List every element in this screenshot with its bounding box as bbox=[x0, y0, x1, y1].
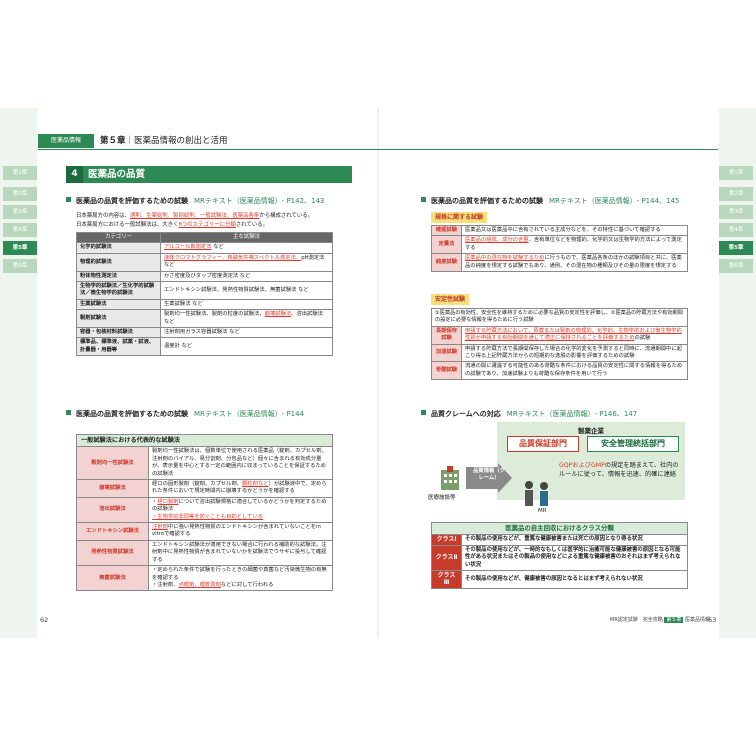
table-row: 溶出試験法 ・経口製剤について溶出試験規格に適合しているかどうかを判定するための試… bbox=[76, 496, 333, 524]
test-category-table: カテゴリー 主な試験法 化学的試験法 アルコール数測定法 など 物理的試験法 液体ク… bbox=[76, 231, 333, 357]
hospital-building-icon bbox=[441, 466, 459, 490]
company-label: 製薬企業 bbox=[578, 427, 604, 435]
label-stability-tests: 安定性試験 bbox=[431, 294, 470, 305]
page-number-right: 63 bbox=[708, 616, 717, 624]
table-row: 定量法 医薬品の組成、成分の含量、含有単位などを物理的、化学的又は生物学的方法によ… bbox=[431, 235, 688, 255]
safety-dept-box: 安全管理統括部門 bbox=[587, 436, 679, 452]
intro-paragraph: 日本薬局方の内容は、通則、生薬総則、製剤総則、一般試験法、医薬品各条から構成され… bbox=[76, 213, 314, 228]
table-row: ①医薬品の有効性、安全性を維持するために必要な品質の安定性を評価し、②医薬品の貯… bbox=[431, 308, 688, 327]
stability-test-table: ①医薬品の有効性、安全性を維持するために必要な品質の安定性を評価し、②医薬品の貯… bbox=[431, 308, 688, 381]
chapter-tab-5-right[interactable]: 第5章 bbox=[719, 241, 753, 255]
table-row: 加速試験 申請する貯蔵方法で長期間保存した場合の化学的変化を予測すると同時に、流通… bbox=[431, 343, 688, 363]
header-rule bbox=[38, 149, 718, 150]
quality-info-label: 品質情報（クレーム） bbox=[473, 468, 505, 481]
table-title: 医薬品の自主回収におけるクラス分類 bbox=[431, 521, 688, 536]
table-row: 容器・包装材料試験法 注射剤用ガラス容器試験法 など bbox=[76, 327, 333, 339]
table-row: 苛酷試験 流通の間に遭遇する可能性のある苛酷な条件における品質の安定性に関する情報… bbox=[431, 361, 688, 381]
chapter-tab-3[interactable]: 第3章 bbox=[3, 205, 37, 219]
text-reference: MRテキスト（医薬品情報）- P146、147 bbox=[506, 410, 638, 418]
text-reference: MRテキスト（医薬品情報）- P144、145 bbox=[549, 197, 680, 205]
table-header-methods: 主な試験法 bbox=[160, 231, 333, 244]
table-row: 無菌試験法 ・定められた条件で試験を行ったときの細菌や真菌など汚染微生物の有無を確… bbox=[76, 565, 333, 592]
table-row: 発熱性物質試験法 エンドトキシン試験法が適用できない場合に行われる補助的な試験法。… bbox=[76, 539, 333, 567]
heading-bullet-icon bbox=[66, 410, 71, 415]
table-row: 崩壊試験法 経口の固形製剤（錠剤、カプセル剤、顆粒剤など）が試験液中で、定められた… bbox=[76, 479, 333, 498]
text-reference: MRテキスト（医薬品情報）- P142、143 bbox=[194, 197, 325, 205]
table-row: 生物学的試験法／生化学的試験法／微生物学的試験法 エンドトキシン試験法、発熱性物質… bbox=[76, 281, 333, 300]
section-number: 4 bbox=[66, 166, 83, 183]
category-label: 医薬品情報 bbox=[38, 134, 94, 148]
table-row: エンドトキシン試験法 注射剤中に強い発熱性物質のエンドトキシンが含まれていないこと… bbox=[76, 522, 333, 541]
label-spec-tests: 規格に関する試験 bbox=[431, 212, 488, 223]
spec-test-table: 確認試験 医薬品又は医薬品中に含有されている主成分などを、その特性に基づいて確認す… bbox=[431, 224, 688, 273]
table-row: 標準品、標準液、試薬・試液、計量器・用器等 温度計 など bbox=[76, 337, 333, 357]
table-row: 長期保存試験 申請する貯蔵方法において、原薬または製剤の物理的、化学的、生物学的お… bbox=[431, 325, 688, 345]
book-spread: 第1章 第2章 第3章 第4章 第5章 第6章 第1章 第2章 第3章 第4章 … bbox=[0, 108, 756, 638]
section-title: 医薬品の品質 bbox=[88, 169, 146, 180]
table-row: クラスⅢ その製品の使用などが、健康被害の原因となるとはまず考えられない状況 bbox=[431, 570, 688, 589]
chapter-tab-3-right[interactable]: 第3章 bbox=[719, 205, 753, 219]
table-row: クラスⅡ その製品の使用などが、一時的なもしくは医学的に治癒可能な健康被害の原因と… bbox=[431, 544, 688, 572]
table-row: 生薬試験法 生薬試験法 など bbox=[76, 298, 333, 311]
chapter-tab-6-right[interactable]: 第6章 bbox=[719, 259, 753, 273]
text-reference: MRテキスト（医薬品情報）- P144 bbox=[194, 410, 305, 418]
table-row: 物理的試験法 液体クロマトグラフィー、核磁気共鳴スペクトル測定法、pH測定法 など bbox=[76, 252, 333, 272]
hospital-label: 医療施設等 bbox=[428, 495, 456, 501]
chapter-tab-4-right[interactable]: 第4章 bbox=[719, 223, 753, 237]
mr-label: MR bbox=[538, 508, 547, 514]
table-row: 純度試験 医薬品中の混在物を試験するために行うもので、医薬品各条のほかの試験項目と… bbox=[431, 253, 688, 273]
table-row: 確認試験 医薬品又は医薬品中に含有されている主成分などを、その特性に基づいて確認す… bbox=[431, 224, 688, 237]
chapter-tab-1-right[interactable]: 第1章 bbox=[719, 166, 753, 180]
table-row: 粉体物性測定法 かさ密度及びタップ密度測定法 など bbox=[76, 270, 333, 283]
chapter-tab-2[interactable]: 第2章 bbox=[3, 187, 37, 201]
table-title: 一般試験法における代表的な試験法 bbox=[76, 433, 333, 448]
page-number-left: 62 bbox=[40, 616, 49, 624]
qa-dept-box: 品質保証部門 bbox=[507, 436, 579, 452]
chapter-title: 第５章｜医薬品情報の創出と活用 bbox=[100, 134, 228, 148]
chapter-tab-6[interactable]: 第6章 bbox=[3, 259, 37, 273]
mr-person-icon bbox=[525, 481, 548, 506]
table-row: 製剤均一性試験法 製剤均一性試験法は、個数単位で使用される医薬品（錠剤、カプセル剤… bbox=[76, 446, 333, 481]
recall-class-table: 医薬品の自主回収におけるクラス分類 クラスⅠ その製品の使用などが、重篤な健康被害… bbox=[431, 521, 688, 589]
heading-bullet-icon bbox=[421, 197, 426, 202]
table-row: クラスⅠ その製品の使用などが、重篤な健康被害または死亡の原因となり得る状況 bbox=[431, 534, 688, 546]
table-header-category: カテゴリー bbox=[76, 231, 161, 244]
footer-chapter-chip: 第５章 bbox=[664, 617, 684, 623]
heading-quality-claims: 品質クレームへの対応 MRテキスト（医薬品情報）- P146、147 bbox=[421, 409, 637, 419]
chapter-tab-1[interactable]: 第1章 bbox=[3, 166, 37, 180]
heading-bullet-icon bbox=[66, 197, 71, 202]
chapter-tab-2-right[interactable]: 第2章 bbox=[719, 187, 753, 201]
chapter-tab-5[interactable]: 第5章 bbox=[3, 241, 37, 255]
book-gutter bbox=[377, 108, 379, 638]
table-row: 化学的試験法 アルコール数測定法 など bbox=[76, 242, 333, 254]
heading-quality-tests-right: 医薬品の品質を評価するための試験 MRテキスト（医薬品情報）- P144、145 bbox=[421, 196, 679, 206]
chapter-number: 第５章 bbox=[100, 136, 126, 146]
chapter-separator: ｜ bbox=[125, 136, 135, 146]
heading-bullet-icon bbox=[421, 410, 426, 415]
heading-quality-tests: 医薬品の品質を評価するための試験 MRテキスト（医薬品情報）- P142、143 bbox=[66, 196, 324, 206]
chapter-name: 医薬品情報の創出と活用 bbox=[134, 136, 228, 146]
table-row: 製剤試験法 製剤均一性試験法、製剤の粒度の試験法、崩壊試験法、溶出試験法 など bbox=[76, 309, 333, 329]
heading-quality-tests-2: 医薬品の品質を評価するための試験 MRテキスト（医薬品情報）- P144 bbox=[66, 409, 304, 419]
gmp-note: GQPおよびGMPの規定を踏まえて、社内のルールに従って、情報を迅速、的確に連絡 bbox=[559, 462, 679, 478]
chapter-tab-4[interactable]: 第4章 bbox=[3, 223, 37, 237]
section-banner: 4 医薬品の品質 bbox=[66, 166, 352, 183]
general-test-table: 一般試験法における代表的な試験法 製剤均一性試験法 製剤均一性試験法は、個数単位で… bbox=[76, 433, 333, 592]
footer-right: MR認定試験 完全攻略 第５章 医薬品情報 bbox=[610, 617, 711, 623]
